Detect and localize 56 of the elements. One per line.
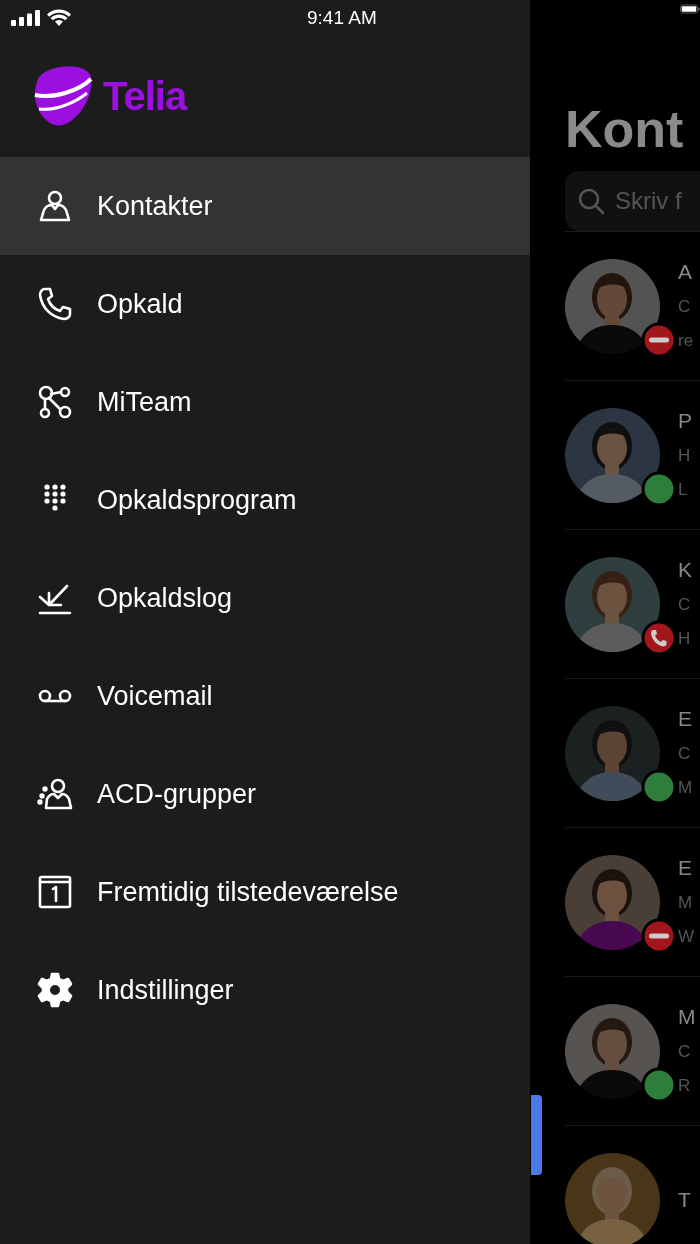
group-icon [37,776,73,812]
available-status-icon [641,470,677,507]
page-title: Kont [565,103,685,155]
contact-detail: L [678,479,689,501]
menu-item[interactable]: Opkaldslog [0,549,530,647]
settings-icon [37,972,73,1008]
contact-name: K [678,557,693,583]
menu-item[interactable]: ACD-grupper [0,745,530,843]
contact-name: M [678,1004,697,1030]
contact-row[interactable]: E M W [565,827,700,976]
contact-detail: C [678,296,692,318]
wifi-icon [47,9,71,26]
status-time: 9:41 AM [307,6,377,29]
available-status-icon [641,1066,677,1103]
menu-item[interactable]: MiTeam [0,353,530,451]
drawer-handle[interactable] [531,1095,542,1175]
busy-status-icon [641,321,677,358]
search-icon [577,187,605,215]
contact-detail: W [678,926,696,948]
contact-detail: M [678,892,694,914]
menu-item[interactable]: Fremtidig tilstedeværelse [0,843,530,941]
contact-name: P [678,408,693,434]
contact-name: E [678,855,693,881]
contact-detail: C [678,743,692,765]
calendar-icon [37,874,73,910]
signal-icon [11,9,41,26]
phone-icon [37,286,73,322]
menu-item[interactable]: Kontakter [0,157,530,255]
contact-name: A [678,259,693,285]
contact-row[interactable]: P H L [565,380,700,529]
logo-icon [33,65,95,127]
contact-detail: C [678,594,692,616]
on-call-status-icon [641,619,677,656]
contact-row[interactable]: A C re [565,231,700,380]
contact-row[interactable]: T [565,1125,700,1244]
menu-item[interactable]: Indstillinger [0,941,530,1039]
contact-name: E [678,706,693,732]
menu-item[interactable]: Opkaldsprogram [0,451,530,549]
menu-item[interactable]: Voicemail [0,647,530,745]
contact-detail: re [678,330,695,352]
nodes-icon [37,384,73,420]
busy-status-icon [641,917,677,954]
contact-detail: R [678,1075,692,1097]
contact-row[interactable]: K C H [565,529,700,678]
contact-row[interactable]: E C M [565,678,700,827]
contact-name: T [678,1187,692,1213]
available-status-icon [641,768,677,805]
contact-detail: H [678,628,692,650]
contact-detail: C [678,1041,692,1063]
contact-row[interactable]: M C R [565,976,700,1125]
search-field[interactable]: Skriv f [565,171,700,231]
logo-wordmark: Telia [103,73,187,119]
menu-item[interactable]: Opkald [0,255,530,353]
contact-detail: H [678,445,692,467]
person-icon [37,188,73,224]
contact-detail: M [678,777,694,799]
